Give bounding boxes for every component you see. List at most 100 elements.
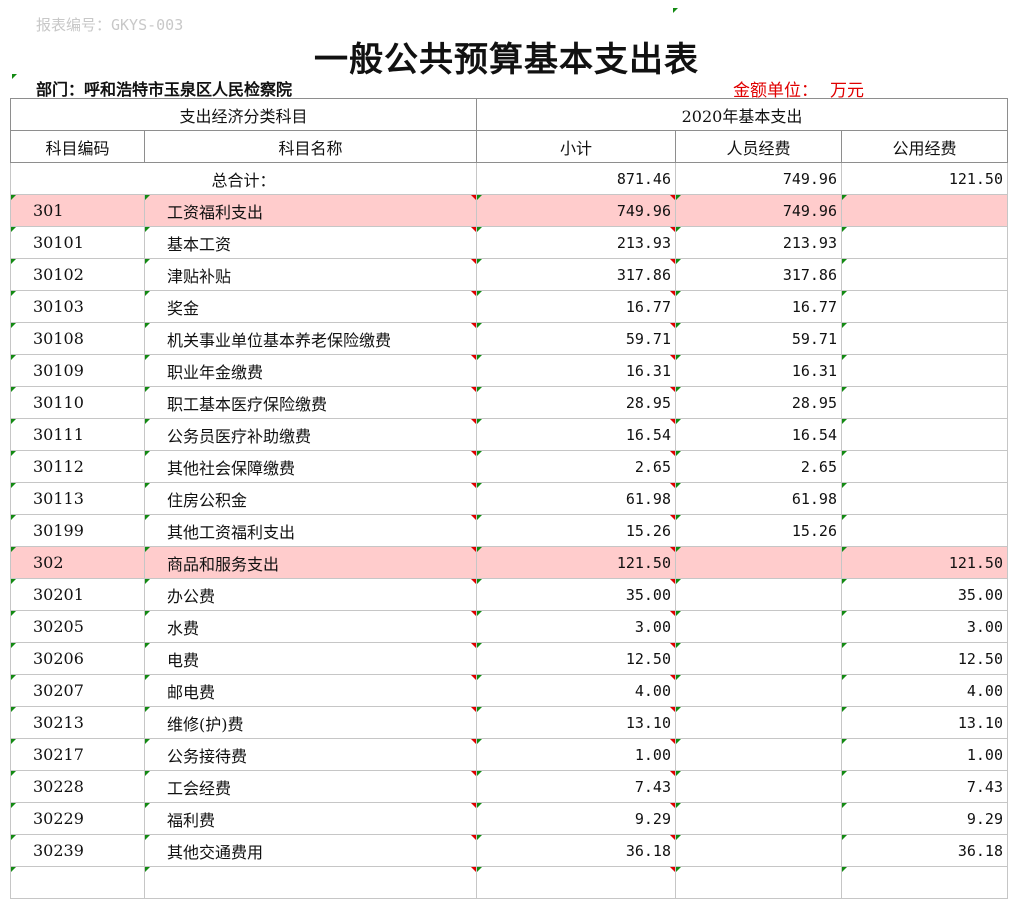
row-personnel[interactable] [675,770,842,803]
row-code[interactable]: 302 [10,546,145,579]
row-name[interactable]: 电费 [144,642,477,675]
row-personnel[interactable]: 15.26 [675,514,842,547]
row-subtotal[interactable]: 36.18 [476,834,676,867]
row-public[interactable]: 4.00 [841,674,1008,707]
row-public[interactable] [841,290,1008,323]
row-name[interactable]: 工资福利支出 [144,194,477,227]
row-name[interactable]: 住房公积金 [144,482,477,515]
row-name[interactable]: 工会经费 [144,770,477,803]
row-code[interactable]: 30201 [10,578,145,611]
row-subtotal[interactable]: 12.50 [476,642,676,675]
row-code[interactable]: 30229 [10,802,145,835]
row-public[interactable] [841,482,1008,515]
row-subtotal[interactable]: 16.31 [476,354,676,387]
row-public[interactable] [841,386,1008,419]
row-code[interactable]: 30199 [10,514,145,547]
row-subtotal[interactable] [476,866,676,899]
row-subtotal[interactable]: 9.29 [476,802,676,835]
row-name[interactable]: 水费 [144,610,477,643]
row-code[interactable]: 30213 [10,706,145,739]
row-code[interactable]: 30110 [10,386,145,419]
row-personnel[interactable]: 16.54 [675,418,842,451]
row-personnel[interactable]: 28.95 [675,386,842,419]
total-label[interactable]: 总合计： [10,162,477,195]
row-subtotal[interactable]: 28.95 [476,386,676,419]
row-name[interactable] [144,866,477,899]
row-subtotal[interactable]: 121.50 [476,546,676,579]
row-public[interactable] [841,514,1008,547]
row-personnel[interactable] [675,866,842,899]
row-name[interactable]: 其他交通费用 [144,834,477,867]
row-code[interactable]: 30109 [10,354,145,387]
row-code[interactable]: 30206 [10,642,145,675]
row-name[interactable]: 维修(护)费 [144,706,477,739]
row-personnel[interactable] [675,674,842,707]
row-personnel[interactable] [675,578,842,611]
row-code[interactable]: 30113 [10,482,145,515]
row-subtotal[interactable]: 61.98 [476,482,676,515]
row-subtotal[interactable]: 4.00 [476,674,676,707]
row-name[interactable]: 公务员医疗补助缴费 [144,418,477,451]
row-name[interactable]: 邮电费 [144,674,477,707]
row-public[interactable]: 3.00 [841,610,1008,643]
row-name[interactable]: 津贴补贴 [144,258,477,291]
row-public[interactable]: 9.29 [841,802,1008,835]
row-personnel[interactable] [675,802,842,835]
row-code[interactable]: 30102 [10,258,145,291]
row-name[interactable]: 机关事业单位基本养老保险缴费 [144,322,477,355]
row-subtotal[interactable]: 13.10 [476,706,676,739]
row-public[interactable] [841,194,1008,227]
row-code[interactable]: 30111 [10,418,145,451]
row-subtotal[interactable]: 59.71 [476,322,676,355]
row-subtotal[interactable]: 15.26 [476,514,676,547]
row-name[interactable]: 商品和服务支出 [144,546,477,579]
row-subtotal[interactable]: 3.00 [476,610,676,643]
row-subtotal[interactable]: 2.65 [476,450,676,483]
row-subtotal[interactable]: 1.00 [476,738,676,771]
row-code[interactable]: 30239 [10,834,145,867]
row-public[interactable] [841,866,1008,899]
row-public[interactable] [841,450,1008,483]
row-public[interactable]: 121.50 [841,546,1008,579]
row-personnel[interactable] [675,834,842,867]
row-personnel[interactable]: 16.31 [675,354,842,387]
row-name[interactable]: 其他社会保障缴费 [144,450,477,483]
row-code[interactable]: 30101 [10,226,145,259]
row-public[interactable] [841,226,1008,259]
total-public[interactable]: 121.50 [841,162,1008,195]
row-name[interactable]: 职工基本医疗保险缴费 [144,386,477,419]
row-subtotal[interactable]: 16.54 [476,418,676,451]
row-subtotal[interactable]: 213.93 [476,226,676,259]
row-public[interactable]: 35.00 [841,578,1008,611]
row-personnel[interactable]: 213.93 [675,226,842,259]
row-public[interactable] [841,418,1008,451]
row-public[interactable] [841,322,1008,355]
row-code[interactable]: 30228 [10,770,145,803]
row-code[interactable]: 30103 [10,290,145,323]
row-code[interactable]: 30205 [10,610,145,643]
row-code[interactable]: 30217 [10,738,145,771]
row-personnel[interactable] [675,610,842,643]
row-subtotal[interactable]: 317.86 [476,258,676,291]
row-personnel[interactable]: 2.65 [675,450,842,483]
row-name[interactable]: 福利费 [144,802,477,835]
row-name[interactable]: 其他工资福利支出 [144,514,477,547]
row-personnel[interactable] [675,642,842,675]
row-subtotal[interactable]: 35.00 [476,578,676,611]
row-public[interactable] [841,258,1008,291]
row-personnel[interactable]: 16.77 [675,290,842,323]
row-code[interactable]: 30207 [10,674,145,707]
row-public[interactable]: 7.43 [841,770,1008,803]
row-public[interactable] [841,354,1008,387]
row-personnel[interactable]: 749.96 [675,194,842,227]
row-personnel[interactable] [675,706,842,739]
row-public[interactable]: 36.18 [841,834,1008,867]
row-name[interactable]: 职业年金缴费 [144,354,477,387]
row-code[interactable]: 30108 [10,322,145,355]
row-subtotal[interactable]: 16.77 [476,290,676,323]
row-public[interactable]: 12.50 [841,642,1008,675]
row-name[interactable]: 奖金 [144,290,477,323]
row-public[interactable]: 13.10 [841,706,1008,739]
row-personnel[interactable]: 317.86 [675,258,842,291]
row-personnel[interactable]: 61.98 [675,482,842,515]
